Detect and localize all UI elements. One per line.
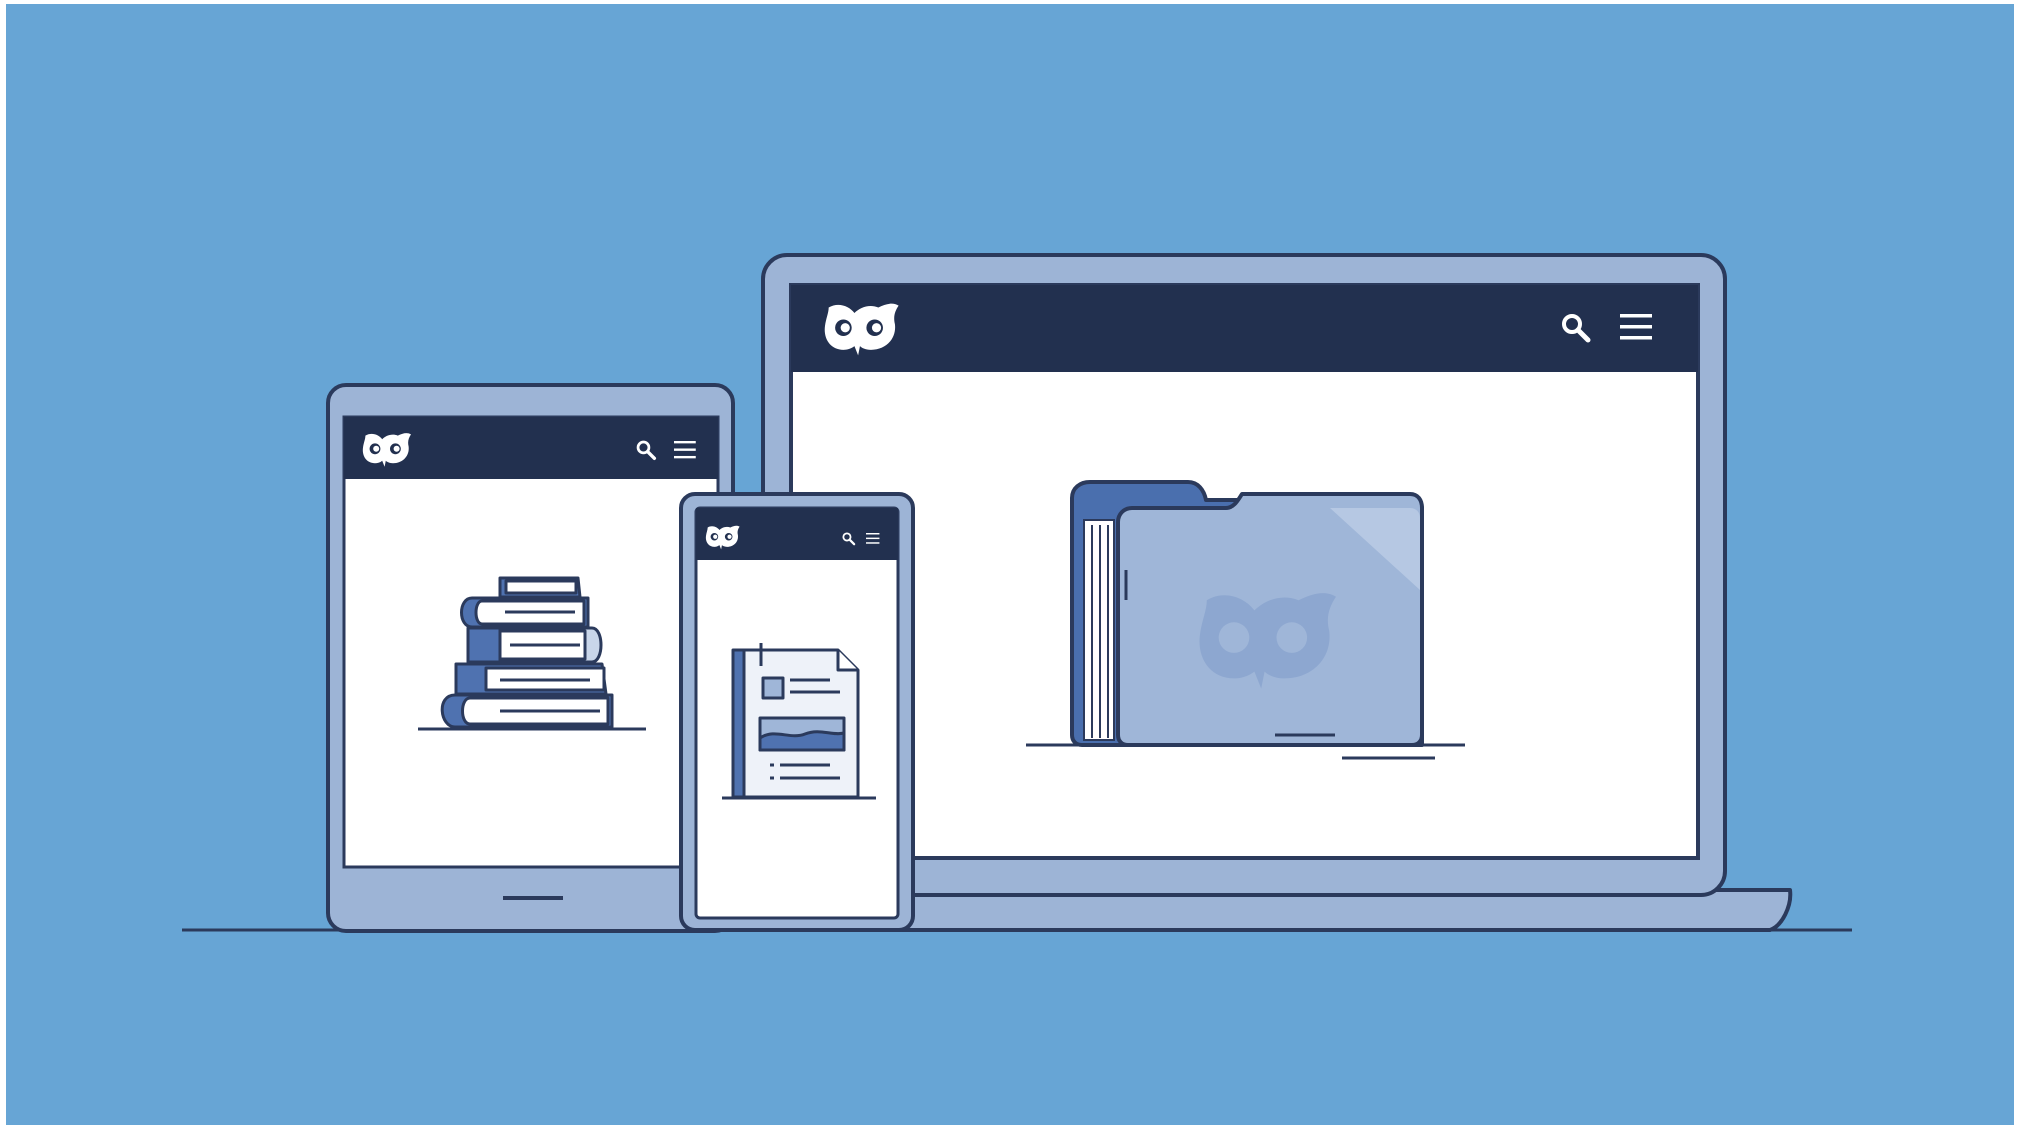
- folder-icon: [1026, 480, 1465, 760]
- laptop-header-bar: [791, 285, 1698, 372]
- document-icon: [722, 643, 876, 800]
- laptop-device: [761, 253, 1793, 932]
- devices-illustration: [6, 4, 2014, 1125]
- tablet-device: [326, 383, 735, 933]
- phone-device: [679, 492, 915, 932]
